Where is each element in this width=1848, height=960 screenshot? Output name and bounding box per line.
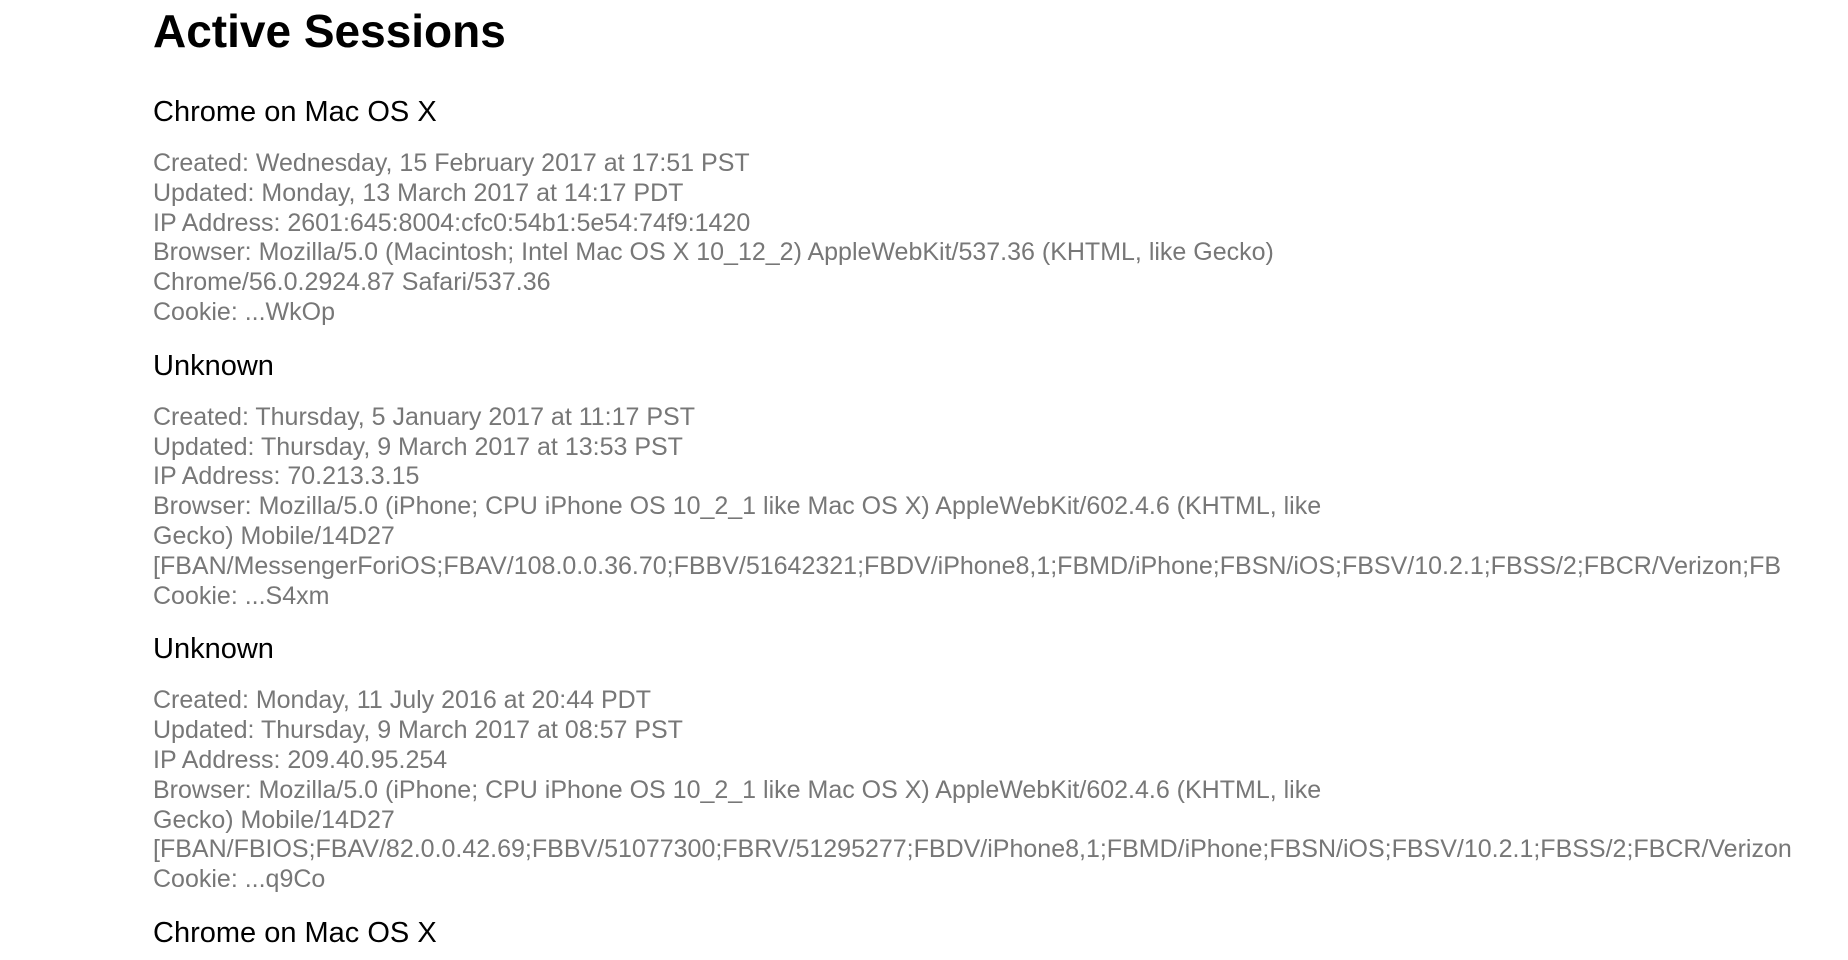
session-entry: Unknown Created: Thursday, 5 January 201…: [153, 349, 1848, 612]
session-cookie: Cookie: ...S4xm: [153, 581, 330, 610]
active-sessions-page: Active Sessions Chrome on Mac OS X Creat…: [153, 0, 1848, 960]
session-details: Created: Monday, 11 July 2016 at 20:44 P…: [153, 686, 1848, 895]
session-ip-address: IP Address: 209.40.95.254: [153, 745, 448, 774]
session-ip-address: IP Address: 70.213.3.15: [153, 462, 420, 491]
session-updated: Updated: Monday, 13 March 2017 at 14:17 …: [153, 178, 684, 207]
session-details: Created: Wednesday, 15 February 2017 at …: [153, 149, 1848, 328]
session-browser: Browser: Mozilla/5.0 (iPhone; CPU iPhone…: [153, 492, 1322, 521]
session-details: Created: Thursday, 5 January 2017 at 11:…: [153, 403, 1848, 612]
session-name: Unknown: [153, 633, 274, 666]
session-browser: Browser: Mozilla/5.0 (Macintosh; Intel M…: [153, 238, 1274, 267]
session-browser-continued: Gecko) Mobile/14D27: [153, 805, 395, 834]
session-browser-continued: [FBAN/MessengerForiOS;FBAV/108.0.0.36.70…: [153, 551, 1782, 580]
session-name: Chrome on Mac OS X: [153, 96, 437, 128]
session-browser-continued: Gecko) Mobile/14D27: [153, 521, 395, 550]
session-browser-continued: [FBAN/FBIOS;FBAV/82.0.0.42.69;FBBV/51077…: [153, 835, 1792, 864]
session-cookie: Cookie: ...q9Co: [153, 865, 326, 894]
session-created: Created: Thursday, 5 January 2017 at 11:…: [153, 402, 695, 431]
session-name: Chrome on Mac OS X: [153, 916, 437, 949]
session-updated: Updated: Thursday, 9 March 2017 at 13:53…: [153, 432, 683, 461]
session-created: Created: Wednesday, 15 February 2017 at …: [153, 149, 750, 177]
session-name: Unknown: [153, 349, 274, 382]
session-created: Created: Monday, 11 July 2016 at 20:44 P…: [153, 686, 651, 715]
session-browser: Browser: Mozilla/5.0 (iPhone; CPU iPhone…: [153, 775, 1322, 804]
session-entry: Unknown Created: Monday, 11 July 2016 at…: [153, 632, 1848, 895]
session-cookie: Cookie: ...WkOp: [153, 297, 335, 326]
session-entry: Chrome on Mac OS X: [153, 916, 1848, 950]
session-browser-continued: Chrome/56.0.2924.87 Safari/537.36: [153, 268, 551, 297]
session-ip-address: IP Address: 2601:645:8004:cfc0:54b1:5e54…: [153, 208, 751, 237]
session-entry: Chrome on Mac OS X Created: Wednesday, 1…: [153, 95, 1848, 328]
session-updated: Updated: Thursday, 9 March 2017 at 08:57…: [153, 716, 683, 745]
page-title: Active Sessions: [153, 5, 506, 57]
